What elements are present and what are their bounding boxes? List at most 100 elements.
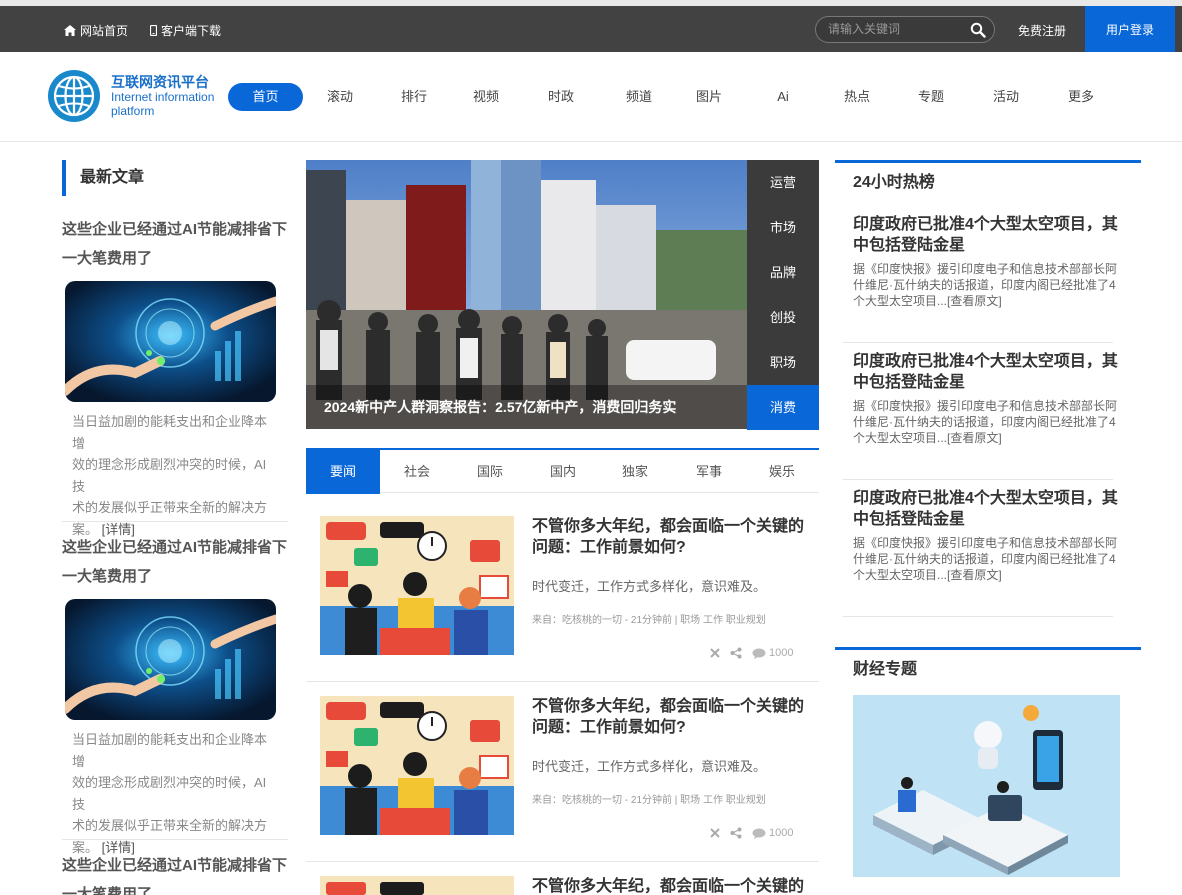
nav-item-topics[interactable]: 专题 [901,83,961,111]
slider-category-consumption[interactable]: 消费 [747,385,819,430]
divider [306,861,819,862]
hot-item-summary-line[interactable]: 个大型太空项目...[查看原文] [853,431,1002,445]
close-icon[interactable] [710,648,720,658]
nav-item-scroll[interactable]: 滚动 [310,83,370,111]
news-title[interactable]: 不管你多大年纪，都会面临一个关键的 问题：工作前景如何? [532,516,812,558]
home-icon [64,25,76,36]
slider-category-brand[interactable]: 品牌 [747,250,819,295]
tab-headlines[interactable]: 要闻 [306,450,380,494]
share-icon[interactable] [730,647,742,659]
news-meta: 来自：吃核桃的一切 - 21分钟前 | 职场 工作 职业规划 [532,795,766,806]
hot-item-summary-line[interactable]: 个大型太空项目...[查看原文] [853,294,1002,308]
hot-item[interactable]: 印度政府已批准4个大型太空项目，其 中包括登陆金星 据《印度快报》援引印度电子和信… [843,488,1133,617]
close-icon[interactable] [710,828,720,838]
comment-count[interactable]: 1000 [752,647,793,659]
article-title[interactable]: 这些企业已经通过AI节能减排省下 一大笔费用了 [62,215,288,273]
article-title[interactable]: 这些企业已经通过AI节能减排省下 一大笔费用了 [62,533,288,591]
share-icon[interactable] [730,827,742,839]
news-title-line: 问题：工作前景如何? [532,539,686,556]
article-thumbnail[interactable] [65,281,276,402]
hot-item-summary-line: 据《印度快报》援引印度电子和信息技术部部长阿 [853,536,1118,550]
tab-entertainment[interactable]: 娱乐 [745,450,819,494]
nav-item-more[interactable]: 更多 [1051,83,1111,111]
featured-image[interactable]: 2024新中产人群洞察报告：2.57亿新中产，消费回归务实 [306,160,747,429]
article-title-line: 这些企业已经通过AI节能减排省下 [62,539,288,556]
register-link[interactable]: 免费注册 [1018,22,1066,39]
search-box [815,16,995,43]
hot-item-summary-line: 什维尼·瓦什纳夫的话报道，印度内阁已经批准了4 [853,415,1116,429]
hot-item-summary-line[interactable]: 个大型太空项目...[查看原文] [853,568,1002,582]
article-summary-line: 当日益加剧的能耗支出和企业降本增 [72,414,268,451]
nav-item-video[interactable]: 视频 [456,83,516,111]
news-title-line: 不管你多大年纪，都会面临一个关键的 [532,698,805,715]
hot-item-title[interactable]: 印度政府已批准4个大型太空项目，其 中包括登陆金星 [853,351,1133,393]
article-card[interactable]: 这些企业已经通过AI节能减排省下 一大笔费用了 [62,851,288,895]
article-title-line: 一大笔费用了 [62,568,153,585]
hot-item-title[interactable]: 印度政府已批准4个大型太空项目，其 中包括登陆金星 [853,488,1133,530]
article-summary-line: 当日益加剧的能耗支出和企业降本增 [72,732,268,769]
news-summary: 时代变迁，工作方式多样化，意识难及。 [532,579,767,594]
nav-item-hot[interactable]: 热点 [827,83,887,111]
mobile-icon [150,25,157,36]
nav-item-politics[interactable]: 时政 [531,83,591,111]
news-thumbnail[interactable] [320,876,514,895]
divider [62,521,288,522]
news-title[interactable]: 不管你多大年纪，都会面临一个关键的 问题：工作前景如何? [532,696,812,738]
article-thumbnail[interactable] [65,599,276,720]
article-title[interactable]: 这些企业已经通过AI节能减排省下 一大笔费用了 [62,851,288,895]
nav-item-home[interactable]: 首页 [228,83,303,111]
comment-count[interactable]: 1000 [752,827,793,839]
nav-item-events[interactable]: 活动 [976,83,1036,111]
nav-item-ranking[interactable]: 排行 [384,83,444,111]
news-thumbnail[interactable] [320,516,514,655]
hot-item-title[interactable]: 印度政府已批准4个大型太空项目，其 中包括登陆金星 [853,214,1133,256]
search-input[interactable] [828,22,958,36]
hot-item-title-line: 印度政府已批准4个大型太空项目，其 [853,353,1118,370]
finance-topics-title: 财经专题 [853,661,918,678]
divider [843,342,1113,343]
news-summary: 时代变迁，工作方式多样化，意识难及。 [532,759,767,774]
article-summary-line: 效的理念形成剧烈冲突的时候，AI技 [72,775,267,812]
article-summary-line: 术的发展似乎正带来全新的解决方 [72,818,268,833]
tab-domestic[interactable]: 国内 [526,450,600,494]
article-card[interactable]: 这些企业已经通过AI节能减排省下 一大笔费用了 当日益加剧的能耗支出和企业降本增 … [62,533,288,855]
finance-topic-image[interactable] [853,695,1120,877]
article-card[interactable]: 这些企业已经通过AI节能减排省下 一大笔费用了 当日益加剧的能耗支出和企业降本增 … [62,215,288,537]
featured-slider: 2024新中产人群洞察报告：2.57亿新中产，消费回归务实 运营 市场 品牌 创… [306,160,819,430]
nav-item-channel[interactable]: 频道 [609,83,669,111]
search-icon[interactable] [970,22,986,38]
news-title-line: 不管你多大年纪，都会面临一个关键的 [532,518,805,535]
login-button[interactable]: 用户登录 [1085,6,1175,52]
page: 网站首页 客户端下载 免费注册 用户登录 互联网资讯平台 [0,0,1182,895]
news-title[interactable]: 不管你多大年纪，都会面临一个关键的 [532,876,812,895]
featured-caption[interactable]: 2024新中产人群洞察报告：2.57亿新中产，消费回归务实 [306,385,747,429]
nav-item-pictures[interactable]: 图片 [679,83,739,111]
news-meta: 来自：吃核桃的一切 - 21分钟前 | 职场 工作 职业规划 [532,615,766,626]
hot-item[interactable]: 印度政府已批准4个大型太空项目，其 中包括登陆金星 据《印度快报》援引印度电子和信… [843,214,1133,343]
news-thumbnail[interactable] [320,696,514,835]
tab-international[interactable]: 国际 [453,450,527,494]
tab-society[interactable]: 社会 [380,450,454,494]
tab-exclusive[interactable]: 独家 [598,450,672,494]
login-label: 用户登录 [1105,22,1154,37]
slider-category-workplace[interactable]: 职场 [747,340,819,385]
comment-icon [752,648,766,659]
latest-articles: 最新文章 这些企业已经通过AI节能减排省下 一大笔费用了 当日益加剧的能耗支出和企… [62,160,288,895]
divider [843,616,1113,617]
news-tabs: 要闻 社会 国际 国内 独家 军事 娱乐 [306,448,819,494]
hot-item-title-line: 中包括登陆金星 [853,374,966,391]
slider-category-market[interactable]: 市场 [747,205,819,250]
home-link[interactable]: 网站首页 [64,22,128,39]
hot-item[interactable]: 印度政府已批准4个大型太空项目，其 中包括登陆金星 据《印度快报》援引印度电子和信… [843,351,1133,480]
news-actions: 1000 [710,647,793,659]
app-download-link[interactable]: 客户端下载 [150,22,221,39]
tab-military[interactable]: 军事 [672,450,746,494]
comment-icon [752,828,766,839]
nav-item-ai[interactable]: Ai [753,83,813,111]
slider-category-operations[interactable]: 运营 [747,160,819,205]
news-actions: 1000 [710,827,793,839]
slider-category-venture[interactable]: 创投 [747,295,819,340]
divider [306,681,819,682]
main-nav: 首页 滚动 排行 视频 时政 频道 图片 Ai 热点 专题 活动 更多 [0,83,1182,113]
app-download-label: 客户端下载 [161,24,222,38]
